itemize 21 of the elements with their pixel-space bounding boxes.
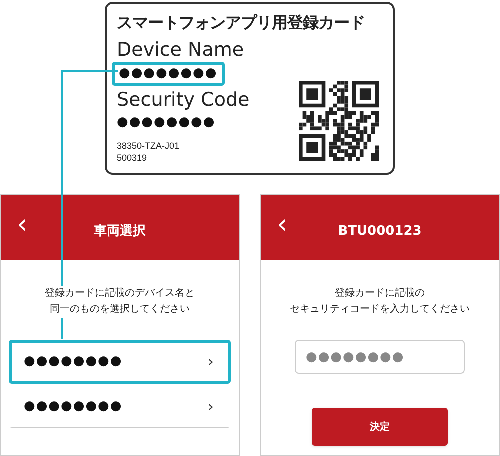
back-button[interactable]: ‹ [17, 212, 28, 238]
device-name: ●●●●●●●● [24, 353, 123, 372]
device-name: ●●●●●●●● [24, 398, 123, 416]
security-code-label: Security Code [117, 88, 251, 112]
device-name-label: Device Name [117, 38, 246, 62]
list-item[interactable]: ●●●●●●●● › [9, 340, 231, 384]
security-code-value: ●●●●●●●● [117, 114, 216, 132]
instruction-text: 同一のものを選択してください [48, 302, 192, 318]
card-title: スマートフォンアプリ用登録カード [117, 12, 365, 34]
confirm-button[interactable]: 決定 [312, 408, 448, 446]
security-code-field[interactable]: ●●●●●●●● [295, 340, 465, 374]
device-name-value: ●●●●●●●● [112, 62, 225, 86]
screen-title: BTU000123 [338, 223, 422, 242]
part-number: 38350-TZA-J01 [117, 140, 181, 152]
chevron-icon: › [208, 395, 214, 419]
chevron-icon: › [208, 350, 214, 374]
list-item[interactable]: ●●●●●●●● › [9, 384, 231, 428]
serial-number: 500319 [117, 152, 148, 164]
back-button[interactable]: ‹ [277, 212, 288, 238]
qr-code-icon [299, 81, 379, 161]
screen-title: 車両選択 [94, 223, 146, 242]
